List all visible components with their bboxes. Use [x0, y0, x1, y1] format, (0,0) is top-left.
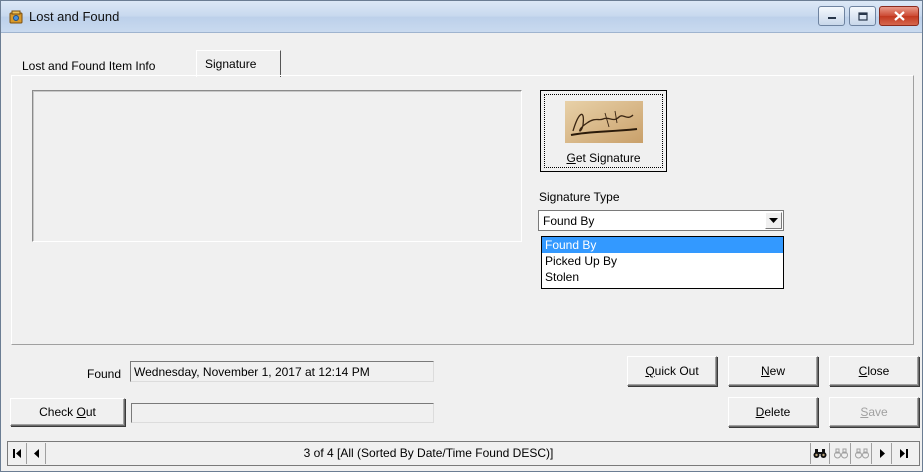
dropdown-option-found-by[interactable]: Found By	[542, 237, 783, 253]
title-bar[interactable]: Lost and Found	[1, 1, 922, 33]
first-record-icon	[13, 449, 21, 458]
next-record-button[interactable]	[874, 443, 892, 464]
tab-label: Lost and Found Item Info	[22, 59, 156, 73]
maximize-icon	[857, 11, 868, 21]
next-record-icon	[880, 449, 885, 458]
window-title: Lost and Found	[29, 9, 120, 24]
quick-out-button[interactable]: Quick Out	[627, 356, 717, 386]
previous-record-icon	[34, 449, 39, 458]
close-icon	[893, 11, 905, 21]
lost-and-found-window: Lost and Found Lost and Found Item Info …	[0, 0, 923, 472]
tab-label: Signature	[205, 57, 257, 71]
tab-lost-and-found-item-info[interactable]: Lost and Found Item Info	[13, 52, 193, 77]
signature-display-area	[32, 90, 522, 242]
save-button[interactable]: Save	[829, 397, 919, 427]
find-previous-button[interactable]	[852, 443, 872, 464]
signature-type-dropdown-list: Found By Picked Up By Stolen	[541, 236, 784, 289]
tab-signature[interactable]: Signature	[196, 50, 281, 77]
previous-record-button[interactable]	[28, 443, 46, 464]
close-button[interactable]: Close	[829, 356, 919, 386]
minimize-icon	[827, 17, 836, 19]
focus-rectangle: Get Signature	[544, 94, 663, 168]
dropdown-option-picked-up-by[interactable]: Picked Up By	[542, 253, 783, 269]
check-out-label: Check Out	[39, 405, 96, 419]
first-record-button[interactable]	[9, 443, 27, 464]
get-signature-label: Get Signature	[566, 151, 641, 165]
new-button[interactable]: New	[728, 356, 818, 386]
dropdown-option-stolen[interactable]: Stolen	[542, 269, 783, 285]
binoculars-disabled-icon	[833, 448, 848, 459]
signature-type-select[interactable]: Found By	[538, 210, 784, 231]
quick-out-label: Quick Out	[645, 364, 699, 378]
signature-type-value: Found By	[543, 214, 595, 228]
check-out-button[interactable]: Check Out	[10, 398, 125, 426]
chevron-down-icon	[769, 218, 778, 223]
find-next-button[interactable]	[831, 443, 851, 464]
delete-button[interactable]: Delete	[728, 397, 818, 427]
save-label: Save	[860, 405, 888, 419]
signature-tab-panel: Get Signature Signature Type Found By Fo…	[11, 75, 914, 345]
new-label: New	[760, 364, 785, 378]
close-label: Close	[858, 364, 890, 378]
signature-type-label: Signature Type	[539, 190, 620, 204]
binoculars-icon	[813, 449, 827, 458]
record-navigation-bar: 3 of 4 [All (Sorted By Date/Time Found D…	[7, 441, 920, 466]
last-record-button[interactable]	[894, 443, 912, 464]
dropdown-arrow-button[interactable]	[765, 212, 782, 229]
find-button[interactable]	[810, 443, 830, 464]
delete-label: Delete	[755, 405, 791, 419]
signature-image-icon	[565, 101, 643, 143]
record-status-text: 3 of 4 [All (Sorted By Date/Time Found D…	[303, 446, 554, 460]
close-window-button[interactable]	[879, 6, 919, 26]
found-datetime-field: Wednesday, November 1, 2017 at 12:14 PM	[130, 361, 434, 382]
app-icon	[9, 10, 23, 24]
binoculars-disabled-icon	[854, 448, 869, 459]
minimize-button[interactable]	[818, 6, 845, 26]
found-label: Found	[87, 367, 122, 381]
maximize-button[interactable]	[849, 6, 876, 26]
get-signature-button[interactable]: Get Signature	[540, 90, 667, 172]
last-record-icon	[899, 449, 908, 458]
check-out-field	[131, 403, 434, 423]
